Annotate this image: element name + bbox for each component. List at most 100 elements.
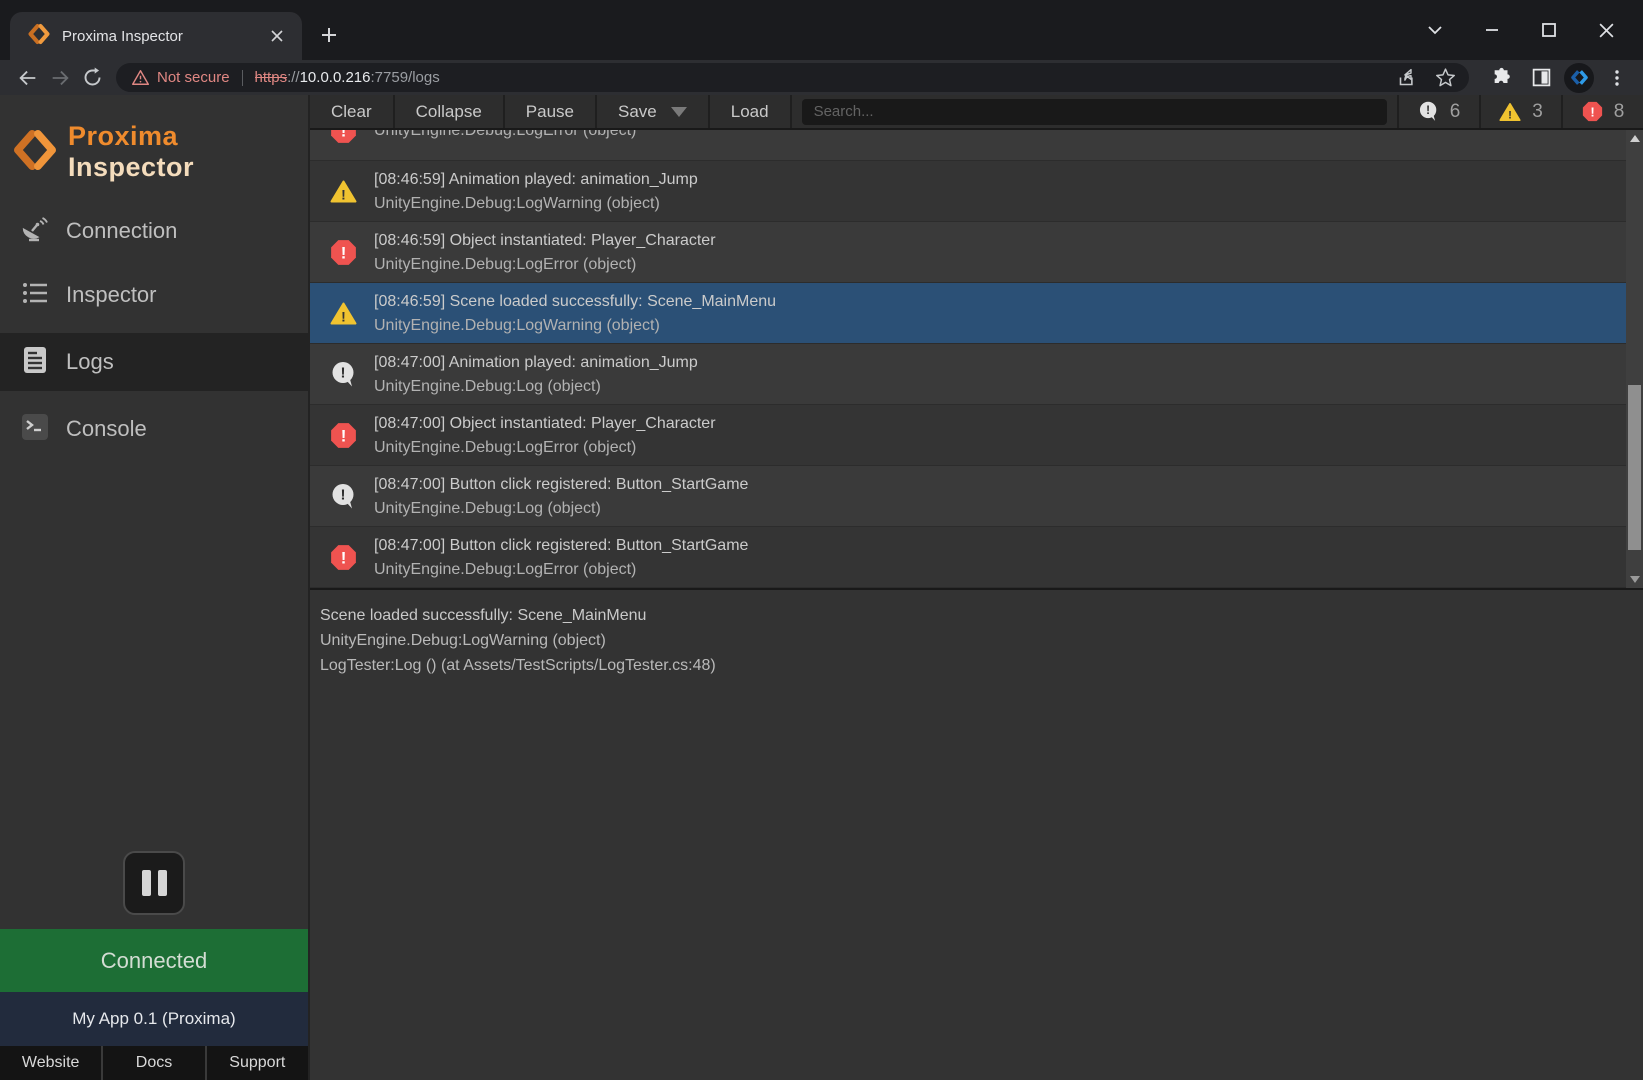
menu-button[interactable] <box>1601 63 1633 93</box>
tab-search-button[interactable] <box>1412 7 1458 53</box>
pause-connection-button[interactable] <box>123 851 185 915</box>
info-bubble-icon: ! <box>330 483 357 510</box>
satellite-icon <box>20 214 50 249</box>
url-host: 10.0.0.216 <box>300 69 371 86</box>
tab-favicon-icon <box>28 23 50 50</box>
omnibox-divider <box>242 70 243 86</box>
terminal-icon <box>20 412 50 447</box>
error-filter-button[interactable]: ! 8 <box>1561 95 1643 128</box>
minimize-button[interactable] <box>1469 7 1515 53</box>
search-input[interactable] <box>802 99 1387 125</box>
log-rows: ! ! ! UnityEngine.Debug:LogError (object… <box>310 130 1626 588</box>
log-source: UnityEngine.Debug:LogError (object) <box>374 253 716 277</box>
clear-button[interactable]: Clear <box>310 95 395 128</box>
log-level-icon: ! ! ! <box>330 300 357 327</box>
sidebar-item-label: Inspector <box>66 282 157 308</box>
url-scheme: https <box>255 69 288 86</box>
log-row[interactable]: ! ! ! [08:46:59] Object instantiated: Pl… <box>310 222 1626 283</box>
close-icon <box>1598 22 1615 39</box>
svg-text:!: ! <box>341 309 346 325</box>
app-name-label: My App 0.1 (Proxima) <box>72 1009 235 1029</box>
omnibox[interactable]: Not secure https://10.0.0.216:7759/logs <box>116 63 1469 92</box>
document-icon <box>20 345 50 380</box>
scroll-down-button[interactable] <box>1626 571 1643 588</box>
log-row[interactable]: ! ! ! [08:46:59] Scene loaded successful… <box>310 283 1626 344</box>
extensions-button[interactable] <box>1486 63 1518 93</box>
logs-page: Clear Collapse Pause Save Load ! 6 <box>310 95 1643 1080</box>
bookmark-button[interactable] <box>1429 63 1461 93</box>
log-source: UnityEngine.Debug:LogError (object) <box>374 558 748 582</box>
scroll-thumb[interactable] <box>1628 385 1641 550</box>
svg-text:!: ! <box>341 427 347 446</box>
log-source: UnityEngine.Debug:Log (object) <box>374 375 698 399</box>
log-text: [08:47:00] Object instantiated: Player_C… <box>374 412 716 460</box>
not-secure-label: Not secure <box>157 69 230 86</box>
puzzle-icon <box>1491 67 1513 89</box>
collapse-button[interactable]: Collapse <box>395 95 505 128</box>
sidebar-item-label: Console <box>66 416 147 442</box>
log-message: [08:47:00] Object instantiated: Player_C… <box>374 412 716 436</box>
browser-navbar: Not secure https://10.0.0.216:7759/logs <box>0 60 1643 95</box>
scroll-up-button[interactable] <box>1626 130 1643 147</box>
save-button[interactable]: Save <box>597 95 710 128</box>
footer-link-website[interactable]: Website <box>0 1046 103 1080</box>
list-icon <box>20 278 50 313</box>
search-area <box>792 95 1397 128</box>
new-tab-button[interactable] <box>312 18 346 52</box>
svg-text:!: ! <box>1508 109 1512 121</box>
pause-logs-button[interactable]: Pause <box>505 95 597 128</box>
save-caret-icon <box>671 107 687 117</box>
maximize-button[interactable] <box>1526 7 1572 53</box>
log-row[interactable]: ! ! ! [08:47:00] Animation played: anima… <box>310 344 1626 405</box>
log-detail-pane: Scene loaded successfully: Scene_MainMen… <box>310 588 1643 678</box>
browser-tab[interactable]: Proxima Inspector <box>10 12 302 60</box>
forward-button[interactable] <box>44 63 76 93</box>
footer-link-docs[interactable]: Docs <box>103 1046 206 1080</box>
sidebar-item-connection[interactable]: Connection <box>0 207 308 255</box>
log-source: UnityEngine.Debug:LogError (object) <box>374 436 716 460</box>
warning-triangle-icon: ! <box>330 300 357 327</box>
log-row[interactable]: ! ! ! [08:47:00] Object instantiated: Pl… <box>310 405 1626 466</box>
sidebar-item-logs[interactable]: Logs <box>0 333 308 391</box>
app-title-brand: Proxima <box>68 121 178 151</box>
log-level-icon: ! ! ! <box>330 239 357 266</box>
back-arrow-icon <box>17 67 39 89</box>
log-source: UnityEngine.Debug:LogWarning (object) <box>374 314 776 338</box>
svg-text:!: ! <box>341 130 347 141</box>
forward-arrow-icon <box>49 67 71 89</box>
warning-filter-button[interactable]: ! 3 <box>1479 95 1561 128</box>
logs-toolbar: Clear Collapse Pause Save Load ! 6 <box>310 95 1643 130</box>
log-text: [08:46:59] Scene loaded successfully: Sc… <box>374 290 776 338</box>
log-text: UnityEngine.Debug:LogError (object) <box>374 130 636 143</box>
log-row[interactable]: ! ! ! [08:47:00] Button click registered… <box>310 527 1626 588</box>
close-window-button[interactable] <box>1583 7 1629 53</box>
tab-close-button[interactable] <box>266 25 288 47</box>
log-text: [08:47:00] Animation played: animation_J… <box>374 351 698 399</box>
load-button-label: Load <box>731 102 769 122</box>
share-button[interactable] <box>1391 63 1423 93</box>
back-button[interactable] <box>12 63 44 93</box>
proxima-extension-button[interactable] <box>1564 63 1594 93</box>
log-text: [08:46:59] Animation played: animation_J… <box>374 168 698 216</box>
error-octagon-icon: ! <box>330 239 357 266</box>
plus-icon <box>321 27 337 43</box>
scrollbar[interactable] <box>1626 130 1643 588</box>
footer-link-support[interactable]: Support <box>207 1046 308 1080</box>
log-row[interactable]: ! ! ! [08:46:59] Animation played: anima… <box>310 161 1626 222</box>
url-path: :7759/logs <box>371 69 440 86</box>
sidebar-item-inspector[interactable]: Inspector <box>0 271 308 319</box>
minimize-icon <box>1484 22 1500 38</box>
reload-button[interactable] <box>76 63 108 93</box>
not-secure-badge[interactable]: Not secure <box>132 69 230 86</box>
log-row[interactable]: ! ! ! UnityEngine.Debug:LogError (object… <box>310 130 1626 161</box>
log-text: [08:47:00] Button click registered: Butt… <box>374 473 748 521</box>
clear-button-label: Clear <box>331 102 372 122</box>
browser-window: Proxima Inspector <box>0 0 1643 1080</box>
load-button[interactable]: Load <box>710 95 792 128</box>
log-message: [08:47:00] Button click registered: Butt… <box>374 473 748 497</box>
info-filter-button[interactable]: ! 6 <box>1397 95 1479 128</box>
log-level-icon: ! ! ! <box>330 544 357 571</box>
split-view-button[interactable] <box>1525 63 1557 93</box>
sidebar-item-console[interactable]: Console <box>0 405 308 453</box>
log-row[interactable]: ! ! ! [08:47:00] Button click registered… <box>310 466 1626 527</box>
